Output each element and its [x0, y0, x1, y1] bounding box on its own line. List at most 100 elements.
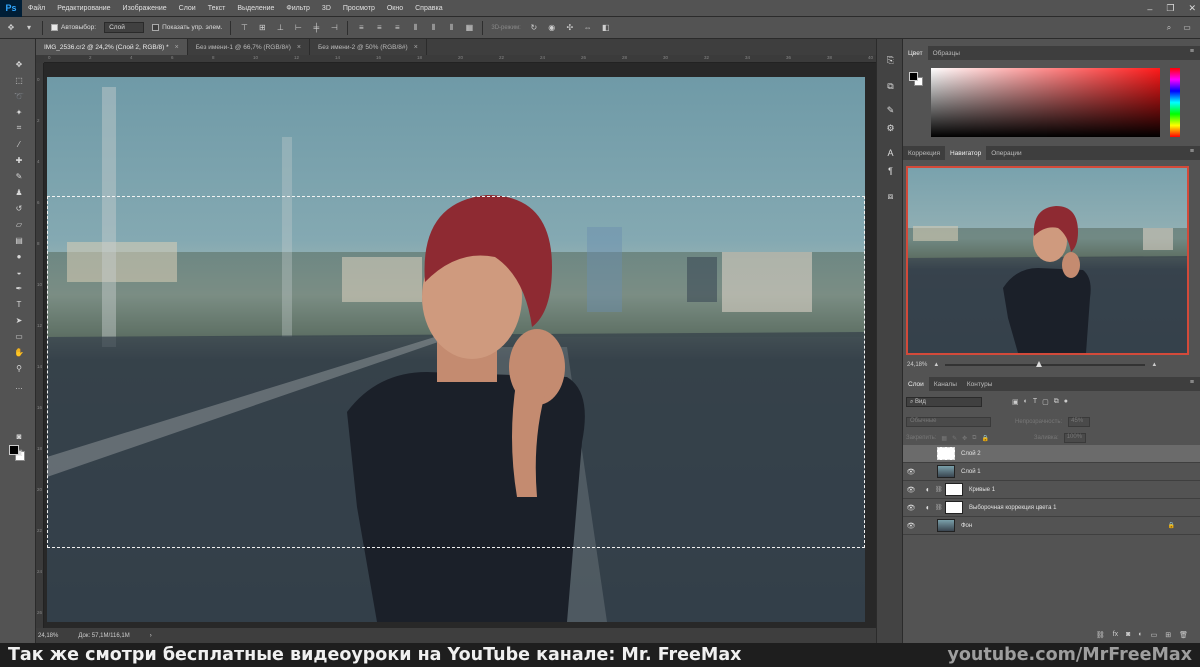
- navigator-zoom-value[interactable]: 24,18%: [907, 362, 927, 368]
- more-tools-icon[interactable]: …: [12, 380, 26, 392]
- menu-image[interactable]: Изображение: [117, 5, 173, 12]
- slider-handle[interactable]: [1036, 361, 1043, 367]
- history-brush-tool-icon[interactable]: ↺: [12, 202, 26, 214]
- lock-position-icon[interactable]: ✥: [962, 435, 967, 442]
- marquee-selection[interactable]: [47, 196, 865, 548]
- layer-row[interactable]: 👁 ◐ ⛓ Выборочная коррекция цвета 1: [903, 499, 1200, 517]
- lock-all-icon[interactable]: 🔒: [981, 435, 988, 442]
- blur-tool-icon[interactable]: ●: [12, 250, 26, 262]
- distribute-right-icon[interactable]: ⦀: [446, 23, 456, 33]
- menu-type[interactable]: Текст: [202, 5, 232, 12]
- 3d-slide-icon[interactable]: ⇔: [583, 23, 593, 33]
- delete-layer-icon[interactable]: 🗑: [1179, 631, 1188, 643]
- properties-panel-icon[interactable]: ⧉: [885, 81, 896, 92]
- align-vcenter-icon[interactable]: ⊞: [257, 23, 267, 33]
- zoom-tool-icon[interactable]: ⚲: [12, 362, 26, 374]
- menu-edit[interactable]: Редактирование: [51, 5, 116, 12]
- zoom-level[interactable]: 24,18%: [38, 633, 58, 639]
- link-icon[interactable]: ⛓: [935, 504, 943, 511]
- align-top-icon[interactable]: ⊤: [239, 23, 249, 33]
- layer-row[interactable]: 👁 Слой 1: [903, 463, 1200, 481]
- panel-menu-icon[interactable]: ≡: [1190, 48, 1194, 55]
- layer-style-icon[interactable]: fx: [1113, 631, 1118, 643]
- hue-slider[interactable]: [1170, 68, 1180, 137]
- link-icon[interactable]: ⛓: [935, 486, 943, 493]
- canvas-area[interactable]: [44, 63, 876, 628]
- menu-window[interactable]: Окно: [381, 5, 409, 12]
- tab-color[interactable]: Цвет: [903, 46, 928, 60]
- layer-row[interactable]: 👁 ◐ ⛓ Кривые 1: [903, 481, 1200, 499]
- navigator-zoom-slider[interactable]: [945, 361, 1146, 367]
- autoselect-dropdown[interactable]: Слой: [104, 22, 145, 33]
- hand-tool-icon[interactable]: ✋: [12, 346, 26, 358]
- link-layers-icon[interactable]: ⛓: [1096, 631, 1105, 643]
- quick-mask-icon[interactable]: ◙: [12, 430, 26, 442]
- add-mask-icon[interactable]: ◙: [1126, 631, 1130, 643]
- new-adjustment-icon[interactable]: ◐: [1138, 631, 1142, 643]
- tab-layers[interactable]: Слои: [903, 377, 929, 391]
- horizontal-ruler[interactable]: 0 2 4 6 8 10 12 14 16 18 20 22 24 26 28 30 32 34 36 38 40: [44, 55, 876, 63]
- lock-artboard-icon[interactable]: ⧉: [972, 435, 976, 442]
- blend-mode-dropdown[interactable]: Обычные: [906, 417, 991, 427]
- auto-align-icon[interactable]: ▦: [464, 23, 474, 33]
- panel-menu-icon[interactable]: ≡: [1190, 379, 1194, 386]
- document-tab[interactable]: Без имени-2 @ 50% (RGB/8#) ×: [310, 39, 427, 55]
- magic-wand-tool-icon[interactable]: ✦: [12, 106, 26, 118]
- align-left-icon[interactable]: ⊢: [293, 23, 303, 33]
- document-size[interactable]: Док: 57,1М/116,1М: [78, 633, 129, 639]
- adjust-panel-icon[interactable]: ⚙: [885, 123, 896, 134]
- shape-filter-icon[interactable]: ▢: [1042, 398, 1049, 406]
- dodge-tool-icon[interactable]: ◒: [12, 266, 26, 278]
- menu-layers[interactable]: Слои: [173, 5, 202, 12]
- layer-kind-filter[interactable]: ⌕ Вид: [906, 397, 982, 407]
- color-field[interactable]: [931, 68, 1160, 137]
- distribute-vcenter-icon[interactable]: ≡: [374, 23, 384, 33]
- tab-paths[interactable]: Контуры: [962, 377, 998, 391]
- align-right-icon[interactable]: ⊣: [329, 23, 339, 33]
- chevron-down-icon[interactable]: ▾: [24, 23, 34, 33]
- eyedropper-tool-icon[interactable]: ⁄: [12, 138, 26, 150]
- close-icon[interactable]: ✕: [1188, 3, 1196, 14]
- foreground-color-swatch[interactable]: [909, 72, 918, 81]
- history-panel-icon[interactable]: ⎘: [885, 55, 896, 66]
- lock-transparency-icon[interactable]: ▦: [941, 435, 947, 442]
- workspace-icon[interactable]: ▭: [1182, 23, 1192, 33]
- lasso-tool-icon[interactable]: ➰: [12, 90, 26, 102]
- rectangle-tool-icon[interactable]: ▭: [12, 330, 26, 342]
- crop-tool-icon[interactable]: ⌗: [12, 122, 26, 134]
- close-icon[interactable]: ×: [175, 44, 179, 51]
- type-tool-icon[interactable]: T: [12, 298, 26, 310]
- move-tool-icon[interactable]: ✥: [12, 58, 26, 70]
- zoom-in-icon[interactable]: ▲: [1151, 362, 1157, 368]
- pixel-filter-icon[interactable]: ▣: [1012, 398, 1019, 406]
- menu-3d[interactable]: 3D: [316, 5, 337, 12]
- 3d-pan-icon[interactable]: ✣: [565, 23, 575, 33]
- tab-actions[interactable]: Операции: [986, 146, 1026, 160]
- adjustment-filter-icon[interactable]: ◐: [1024, 398, 1028, 406]
- type-filter-icon[interactable]: T: [1033, 398, 1037, 406]
- tab-swatches[interactable]: Образцы: [928, 46, 965, 60]
- tab-navigator[interactable]: Навигатор: [944, 146, 987, 160]
- eraser-tool-icon[interactable]: ▱: [12, 218, 26, 230]
- eye-icon[interactable]: 👁: [903, 468, 919, 476]
- menu-help[interactable]: Справка: [409, 5, 448, 12]
- eye-icon[interactable]: 👁: [903, 522, 919, 530]
- tab-adjustments[interactable]: Коррекция: [903, 146, 945, 160]
- search-icon[interactable]: ⌕: [1164, 23, 1174, 33]
- move-tool-icon[interactable]: ✥: [6, 23, 16, 33]
- brush-tool-icon[interactable]: ✎: [12, 170, 26, 182]
- character-panel-icon[interactable]: A: [885, 147, 896, 158]
- layer-row[interactable]: 👁 Фон 🔒: [903, 517, 1200, 535]
- autoselect-checkbox[interactable]: Автовыбор:: [51, 24, 96, 31]
- paragraph-panel-icon[interactable]: ¶: [885, 165, 896, 176]
- fill-input[interactable]: 100%: [1063, 433, 1086, 443]
- chevron-right-icon[interactable]: ›: [150, 633, 152, 639]
- document-tab[interactable]: IMG_2536.cr2 @ 24,2% (Слой 2, RGB/8) * ×: [36, 39, 188, 55]
- new-group-icon[interactable]: ▭: [1151, 631, 1158, 643]
- filter-toggle-icon[interactable]: ●: [1064, 398, 1068, 406]
- align-bottom-icon[interactable]: ⊥: [275, 23, 285, 33]
- minimize-icon[interactable]: –: [1147, 4, 1152, 14]
- checkbox-unchecked[interactable]: [152, 24, 160, 31]
- maximize-icon[interactable]: ❐: [1166, 3, 1174, 14]
- healing-brush-tool-icon[interactable]: ✚: [12, 154, 26, 166]
